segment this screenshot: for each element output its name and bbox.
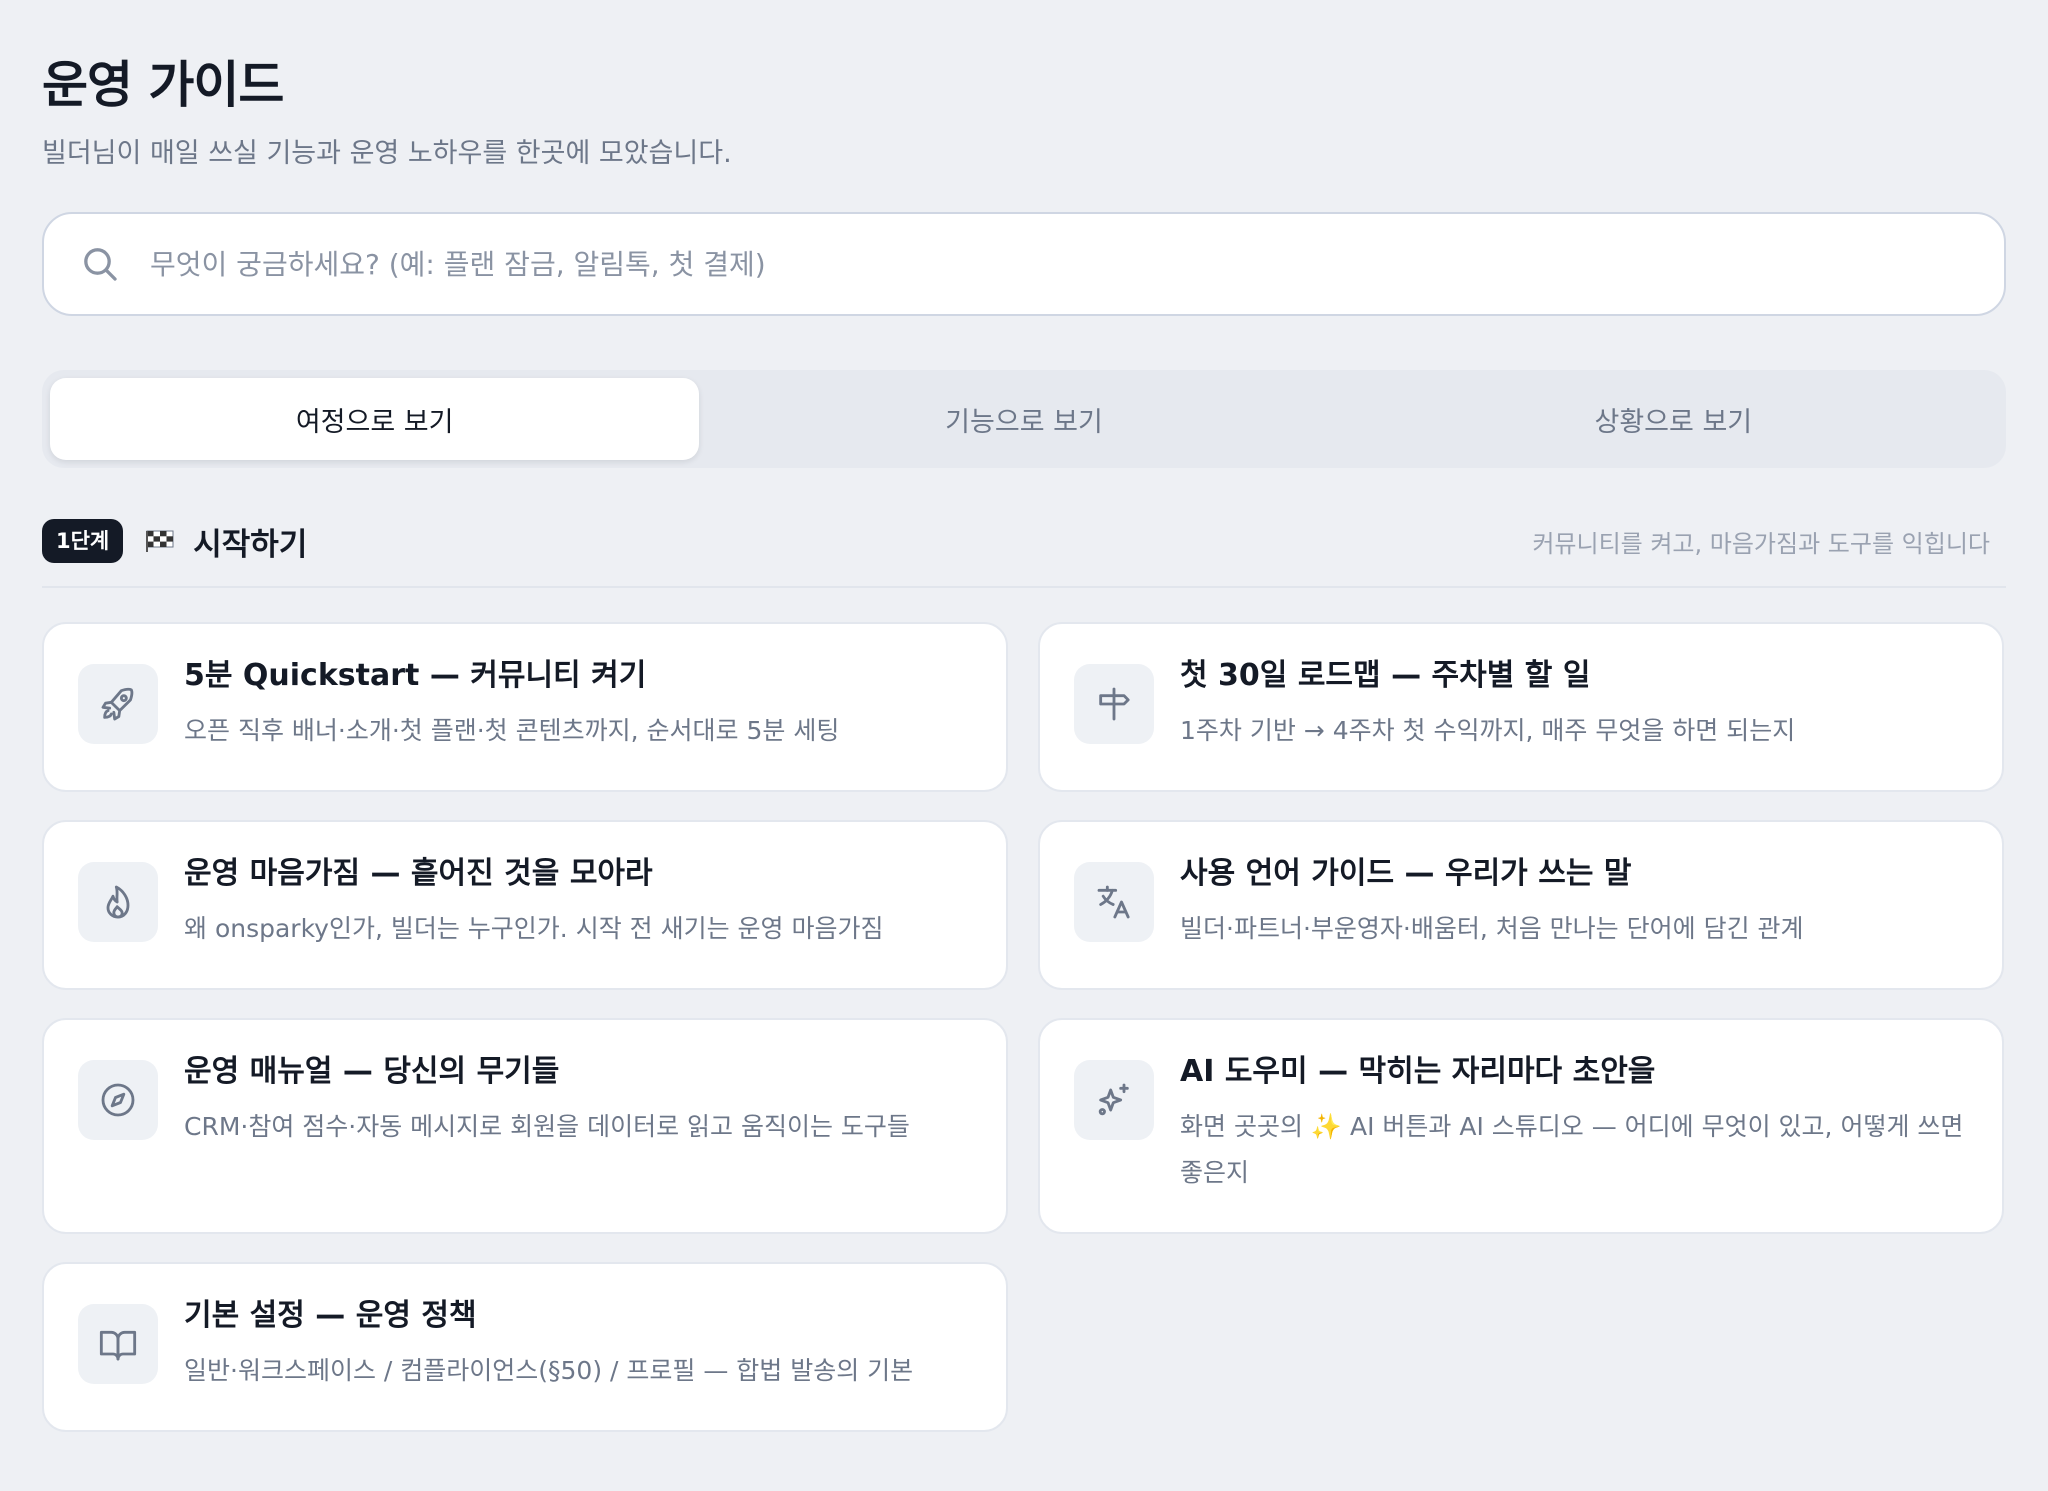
signpost-icon xyxy=(1099,687,1130,721)
card-description: 일반·워크스페이스 / 컴플라이언스(§50) / 프로필 — 합법 발송의 기… xyxy=(184,1356,914,1385)
card-title: 운영 매뉴얼 — 당신의 무기들 xyxy=(184,1054,560,1089)
sparkles-icon xyxy=(1098,1083,1129,1116)
translate-icon xyxy=(1097,885,1130,919)
book-open-icon xyxy=(99,1330,137,1361)
card-icon-tile xyxy=(78,1060,158,1140)
guide-card-settings[interactable]: 기본 설정 — 운영 정책 일반·워크스페이스 / 컴플라이언스(§50) / … xyxy=(42,1262,1008,1432)
tab-features[interactable]: 기능으로 보기 xyxy=(699,378,1348,460)
tab-journey[interactable]: 여정으로 보기 xyxy=(50,378,700,460)
guide-card-manual[interactable]: 운영 매뉴얼 — 당신의 무기들 CRM·참여 점수·자동 메시지로 회원을 데… xyxy=(42,1018,1008,1234)
card-title: 5분 Quickstart — 커뮤니티 켜기 xyxy=(184,658,647,693)
card-icon-tile xyxy=(78,1304,158,1384)
divider xyxy=(42,586,2006,588)
stage-title: 시작하기 xyxy=(193,526,308,563)
card-title: AI 도우미 — 막히는 자리마다 초안을 xyxy=(1180,1054,1656,1089)
card-title: 첫 30일 로드맵 — 주차별 할 일 xyxy=(1180,658,1591,693)
guide-card-grid: 5분 Quickstart — 커뮤니티 켜기 오픈 직후 배너·소개·첫 플랜… xyxy=(42,622,2006,1432)
view-tabs: 여정으로 보기 기능으로 보기 상황으로 보기 xyxy=(42,370,2006,468)
stage-header: 1단계 시작하기 커뮤니티를 켜고, 마음가짐과 도구를 익힙니다 xyxy=(42,516,2006,566)
tab-situations[interactable]: 상황으로 보기 xyxy=(1349,378,1998,460)
search-bar[interactable] xyxy=(42,212,2006,316)
guide-card-roadmap[interactable]: 첫 30일 로드맵 — 주차별 할 일 1주차 기반 → 4주차 첫 수익까지,… xyxy=(1038,622,2004,792)
search-icon xyxy=(84,248,117,281)
page-subtitle: 빌더님이 매일 쓰실 기능과 운영 노하우를 한곳에 모았습니다. xyxy=(42,138,732,169)
card-description: 왜 onsparky인가, 빌더는 누구인가. 시작 전 새기는 운영 마음가짐 xyxy=(184,914,884,943)
guide-card-quickstart[interactable]: 5분 Quickstart — 커뮤니티 켜기 오픈 직후 배너·소개·첫 플랜… xyxy=(42,622,1008,792)
stage-badge: 1단계 xyxy=(42,519,124,563)
checkered-flag-icon xyxy=(146,530,174,552)
card-icon-tile xyxy=(78,862,158,942)
card-title: 기본 설정 — 운영 정책 xyxy=(184,1298,477,1333)
card-description: 1주차 기반 → 4주차 첫 수익까지, 매주 무엇을 하면 되는지 xyxy=(1180,716,1796,745)
card-icon-tile xyxy=(1074,1060,1154,1140)
card-title: 사용 언어 가이드 — 우리가 쓰는 말 xyxy=(1180,856,1632,891)
card-icon-tile xyxy=(1074,664,1154,744)
compass-icon xyxy=(101,1083,135,1117)
flame-icon xyxy=(106,885,130,919)
guide-page: 운영 가이드 빌더님이 매일 쓰실 기능과 운영 노하우를 한곳에 모았습니다.… xyxy=(0,0,2048,1491)
card-description: CRM·참여 점수·자동 메시지로 회원을 데이터로 읽고 움직이는 도구들 xyxy=(184,1112,910,1141)
guide-card-mindset[interactable]: 운영 마음가짐 — 흩어진 것을 모아라 왜 onsparky인가, 빌더는 누… xyxy=(42,820,1008,990)
page-title: 운영 가이드 xyxy=(42,56,284,114)
rocket-icon xyxy=(101,687,134,721)
guide-card-ai-assistant[interactable]: AI 도우미 — 막히는 자리마다 초안을 화면 곳곳의 ✨ AI 버튼과 AI… xyxy=(1038,1018,2004,1234)
card-description: 오픈 직후 배너·소개·첫 플랜·첫 콘텐츠까지, 순서대로 5분 세팅 xyxy=(184,716,840,745)
card-description: 빌더·파트너·부운영자·배움터, 처음 만나는 단어에 담긴 관계 xyxy=(1180,914,1804,943)
guide-card-language[interactable]: 사용 언어 가이드 — 우리가 쓰는 말 빌더·파트너·부운영자·배움터, 처음… xyxy=(1038,820,2004,990)
card-description: 화면 곳곳의 ✨ AI 버튼과 AI 스튜디오 — 어디에 무엇이 있고, 어떻… xyxy=(1180,1112,1964,1187)
search-input[interactable] xyxy=(150,247,1968,281)
card-icon-tile xyxy=(78,664,158,744)
card-title: 운영 마음가짐 — 흩어진 것을 모아라 xyxy=(184,856,653,891)
card-icon-tile xyxy=(1074,862,1154,942)
stage-description: 커뮤니티를 켜고, 마음가짐과 도구를 익힙니다 xyxy=(1532,529,1990,558)
